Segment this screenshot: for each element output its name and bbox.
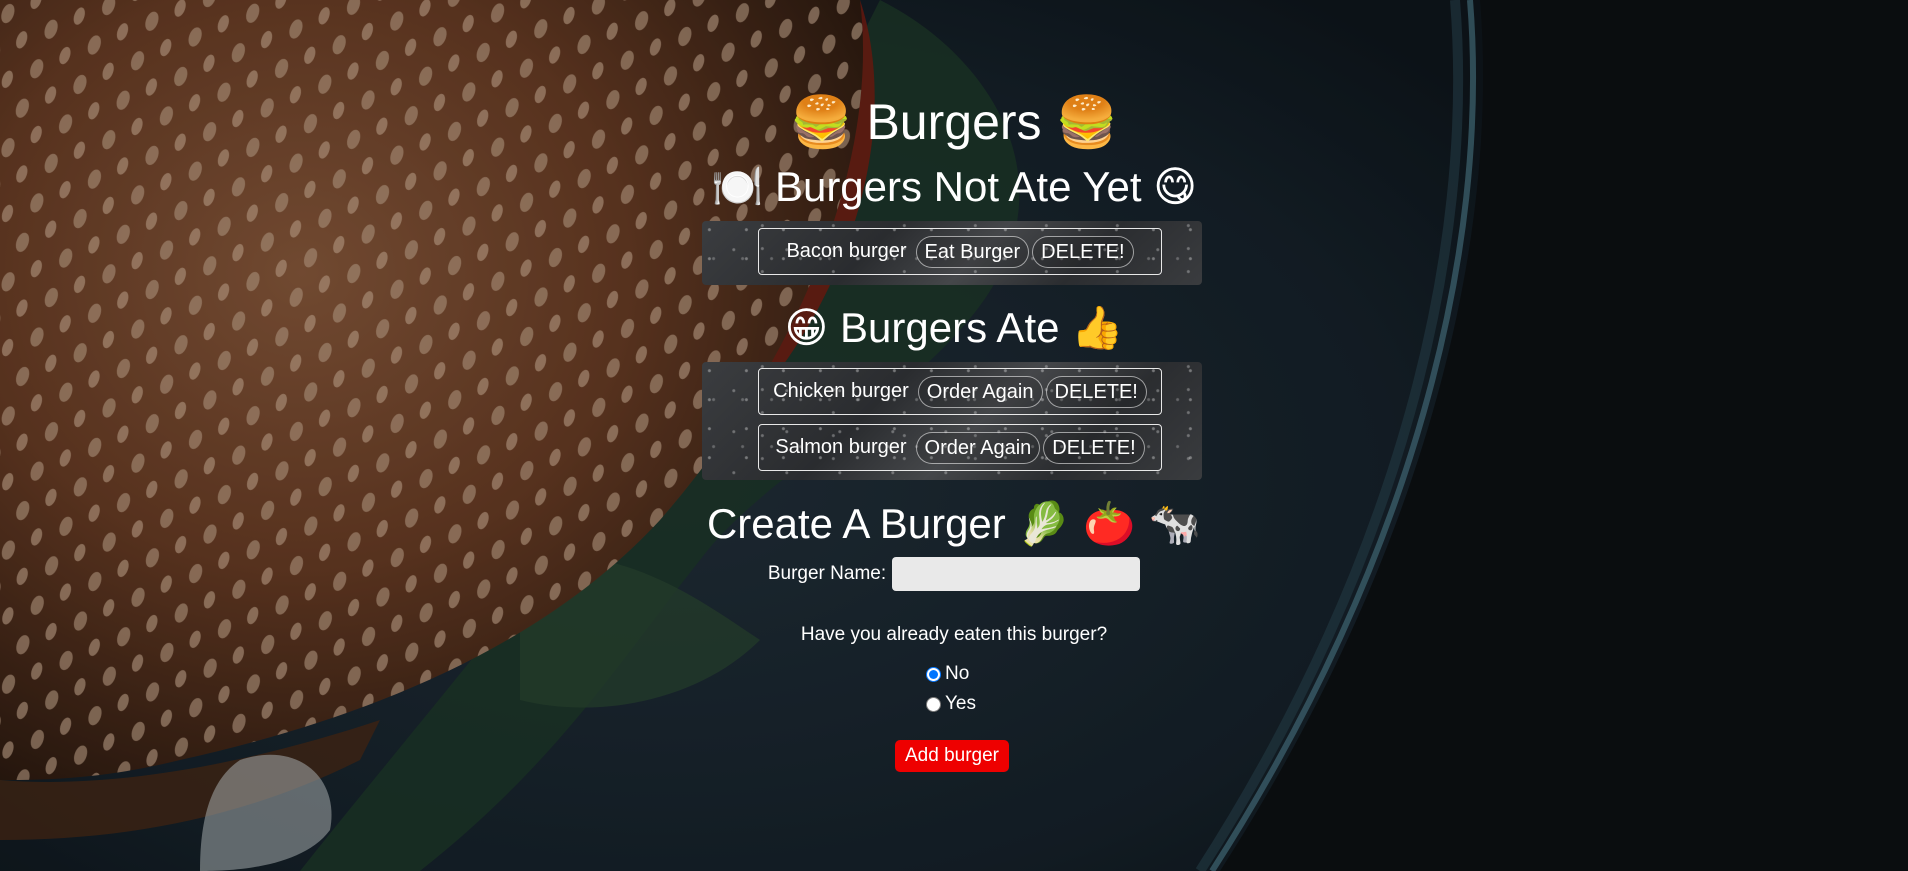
eaten-question: Have you already eaten this burger? <box>800 624 1108 645</box>
delete-button[interactable]: DELETE! <box>1032 235 1134 268</box>
not-ate-list: Bacon burger Eat Burger DELETE! <box>702 221 1202 285</box>
plate-cutlery-icon: 🍽️ <box>710 162 764 211</box>
order-again-button[interactable]: Order Again <box>917 375 1043 408</box>
burger-icon: 🍔 <box>790 93 853 151</box>
create-heading: Create A Burger 🥬 🍅 🐄 <box>0 499 1908 549</box>
burger-name-input[interactable] <box>892 557 1141 591</box>
radio-no-label: No <box>945 663 970 684</box>
burger-name: Bacon burger <box>786 240 907 262</box>
grin-face-icon: 😁 <box>784 303 829 352</box>
list-item: Bacon burger Eat Burger DELETE! <box>758 228 1162 275</box>
eat-burger-button[interactable]: Eat Burger <box>915 235 1030 268</box>
not-ate-heading-text: Burgers Not Ate Yet <box>774 163 1142 210</box>
order-again-button[interactable]: Order Again <box>915 431 1041 464</box>
radio-yes-label: Yes <box>945 693 976 714</box>
ate-heading: 😁 Burgers Ate 👍 <box>0 303 1908 353</box>
radio-option-yes[interactable]: Yes <box>926 693 976 715</box>
page-title-text: Burgers <box>866 94 1042 150</box>
add-burger-button[interactable]: Add burger <box>895 740 1009 772</box>
ate-heading-text: Burgers Ate <box>840 304 1060 351</box>
list-item: Chicken burger Order Again DELETE! <box>758 368 1162 415</box>
yum-face-icon: 😋 <box>1153 162 1197 211</box>
thumbs-up-icon: 👍 <box>1071 303 1124 352</box>
not-ate-heading: 🍽️ Burgers Not Ate Yet 😋 <box>0 162 1908 212</box>
create-heading-text: Create A Burger <box>706 500 1006 547</box>
lettuce-tomato-cow-icon: 🥬 🍅 🐄 <box>1017 499 1202 548</box>
burger-name-label: Burger Name: <box>767 563 887 584</box>
radio-no[interactable] <box>926 666 941 682</box>
ate-list: Chicken burger Order Again DELETE! Salmo… <box>702 362 1202 480</box>
radio-option-no[interactable]: No <box>926 663 969 685</box>
burger-name: Chicken burger <box>773 380 909 402</box>
radio-yes[interactable] <box>926 696 941 712</box>
burger-name: Salmon burger <box>775 436 907 458</box>
burger-icon: 🍔 <box>1055 93 1118 151</box>
page-title: 🍔 Burgers 🍔 <box>0 92 1908 152</box>
delete-button[interactable]: DELETE! <box>1045 375 1147 408</box>
delete-button[interactable]: DELETE! <box>1043 431 1145 464</box>
list-item: Salmon burger Order Again DELETE! <box>758 424 1162 471</box>
burger-name-row: Burger Name: <box>0 557 1908 591</box>
